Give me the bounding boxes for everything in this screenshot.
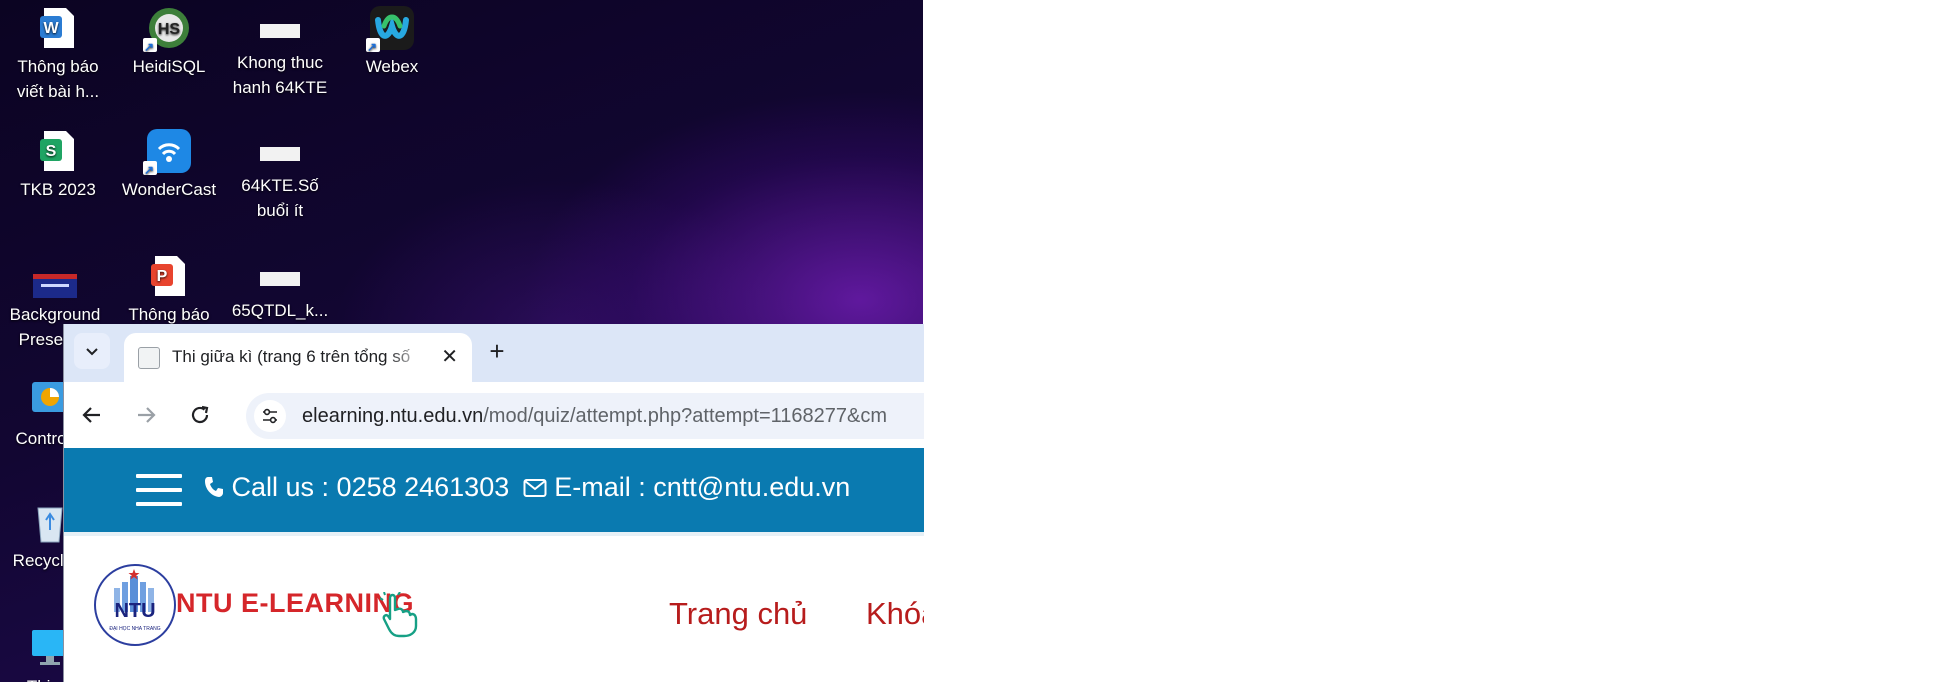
desktop-icon-64kte[interactable]: 64KTE.Số buổi ít (230, 129, 330, 223)
logo-caption-text: ĐẠI HỌC NHA TRANG (109, 626, 161, 632)
nav-home[interactable]: Trang chủ (669, 596, 807, 632)
close-tab-icon[interactable]: ✕ (441, 344, 458, 369)
webex-icon (366, 6, 414, 60)
back-button[interactable] (76, 399, 108, 431)
pointer-hand-icon (380, 592, 418, 638)
call-us-text: Call us : 0258 2461303 (231, 472, 510, 502)
tab-title: Thi giữa kì (trang 6 trên tổng số (172, 347, 427, 369)
address-bar[interactable]: elearning.ntu.edu.vn/mod/quiz/attempt.ph… (246, 393, 924, 439)
shortcut-arrow-icon (143, 35, 157, 60)
forward-button[interactable] (130, 399, 162, 431)
desktop-icon-label: Webex (365, 57, 419, 76)
desktop-icon-label: TKB 2023 (20, 180, 96, 199)
phone-icon (205, 477, 223, 497)
browser-window: Thi giữa kì (trang 6 trên tổng số ✕ + el… (63, 324, 924, 682)
desktop-icon-label: Thông báo viết bài h... (16, 57, 100, 101)
site-info-button[interactable] (254, 400, 286, 432)
desktop-icon-label: WonderCast (121, 180, 217, 199)
desktop-icon-wondercast[interactable]: WonderCast (119, 129, 219, 202)
nav-courses[interactable]: Khóa (866, 596, 924, 632)
svg-text:HS: HS (158, 21, 181, 38)
url-path: /mod/quiz/attempt.php?attempt=1168277&cm (483, 405, 888, 427)
url-text: elearning.ntu.edu.vn/mod/quiz/attempt.ph… (302, 405, 887, 428)
svg-text:S: S (46, 143, 57, 160)
desktop-icon-label: 65QTDL_k... (231, 301, 329, 320)
reload-icon (191, 405, 209, 424)
arrow-right-icon (138, 407, 156, 423)
hamburger-menu-icon[interactable] (136, 474, 182, 506)
tab-strip: Thi giữa kì (trang 6 trên tổng số ✕ + (64, 324, 924, 382)
desktop-icon-thong-bao-ppt[interactable]: P Thông báo (119, 254, 219, 327)
svg-text:P: P (157, 268, 168, 285)
contact-info: Call us : 0258 2461303 E-mail : cntt@ntu… (204, 472, 850, 503)
wondercast-icon (143, 129, 191, 183)
desktop-icon-label: Khong thuc hanh 64KTE (232, 53, 328, 97)
ntu-logo[interactable]: NTU ĐẠI HỌC NHA TRANG (94, 564, 176, 646)
url-host: elearning.ntu.edu.vn (302, 405, 484, 427)
desktop-icon-label: HeidiSQL (132, 57, 206, 76)
desktop-icon-label: 64KTE.Số buổi ít (241, 176, 319, 220)
arrow-left-icon (82, 407, 100, 423)
tab-active[interactable]: Thi giữa kì (trang 6 trên tổng số ✕ (124, 333, 472, 382)
logo-badge-text: NTU (114, 600, 156, 622)
spreadsheet-icon: S (36, 129, 80, 173)
web-page: Call us : 0258 2461303 E-mail : cntt@ntu… (64, 448, 924, 682)
tab-search-button[interactable] (74, 333, 110, 369)
reload-button[interactable] (184, 399, 216, 431)
word-icon: W (36, 6, 80, 50)
desktop-icon-khong-thuc-hanh[interactable]: Khong thuc hanh 64KTE (230, 6, 330, 100)
desktop-icon-heidisql[interactable]: HS HeidiSQL (119, 6, 219, 79)
email-text: E-mail : cntt@ntu.edu.vn (554, 472, 851, 502)
heidisql-icon: HS (143, 6, 191, 60)
brand-name[interactable]: NTU E-LEARNING (176, 588, 414, 619)
file-icon (260, 272, 300, 286)
presentation-icon: P (147, 254, 191, 298)
envelope-icon (523, 479, 547, 497)
desktop-icon-word[interactable]: W Thông báo viết bài h... (8, 6, 108, 104)
shortcut-arrow-icon (143, 158, 157, 183)
page-favicon-icon (138, 347, 160, 369)
desktop-icon-65qtdl[interactable]: 65QTDL_k... (230, 254, 330, 323)
tune-icon (263, 408, 277, 424)
desktop-icon-webex[interactable]: Webex (342, 6, 442, 79)
file-icon (260, 147, 300, 161)
site-header: NTU ĐẠI HỌC NHA TRANG NTU E-LEARNING Tra… (64, 536, 924, 682)
site-top-bar: Call us : 0258 2461303 E-mail : cntt@ntu… (64, 448, 924, 536)
svg-text:W: W (43, 20, 59, 37)
browser-toolbar: elearning.ntu.edu.vn/mod/quiz/attempt.ph… (64, 382, 924, 448)
image-icon (33, 254, 77, 300)
chevron-down-icon (86, 348, 98, 356)
new-tab-button[interactable]: + (482, 336, 512, 366)
desktop-icon-tkb[interactable]: S TKB 2023 (8, 129, 108, 202)
file-icon (260, 24, 300, 38)
shortcut-arrow-icon (366, 35, 380, 60)
